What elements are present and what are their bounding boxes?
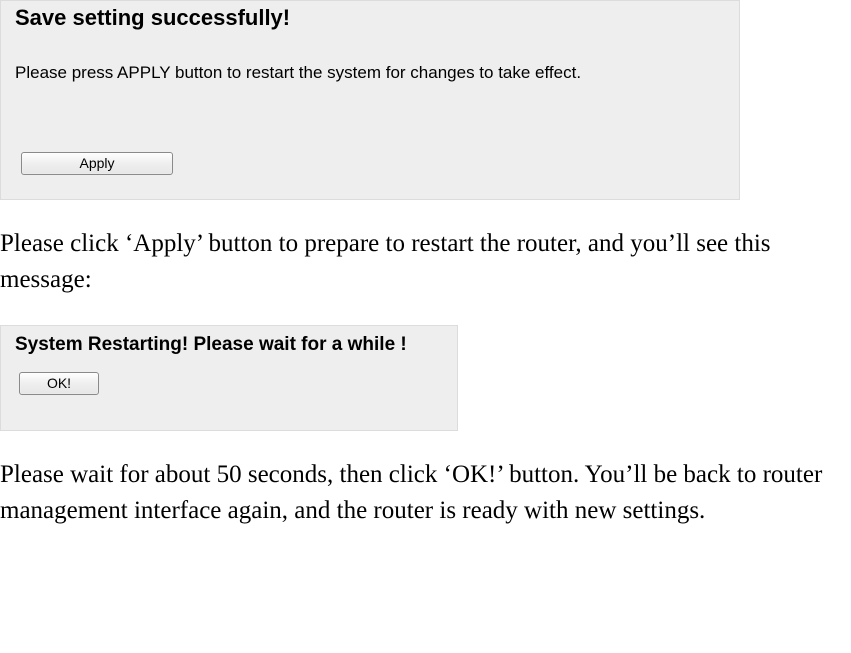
instruction-paragraph-1: Please click ‘Apply’ button to prepare t… [0,226,840,299]
instruction-paragraph-2: Please wait for about 50 seconds, then c… [0,457,840,530]
system-restarting-title: System Restarting! Please wait for a whi… [15,332,457,356]
save-setting-subtitle: Please press APPLY button to restart the… [15,63,739,83]
system-restarting-panel: System Restarting! Please wait for a whi… [0,325,458,431]
save-setting-panel: Save setting successfully! Please press … [0,0,740,200]
ok-button[interactable]: OK! [19,372,99,395]
apply-button[interactable]: Apply [21,152,173,175]
save-setting-title: Save setting successfully! [15,1,739,31]
